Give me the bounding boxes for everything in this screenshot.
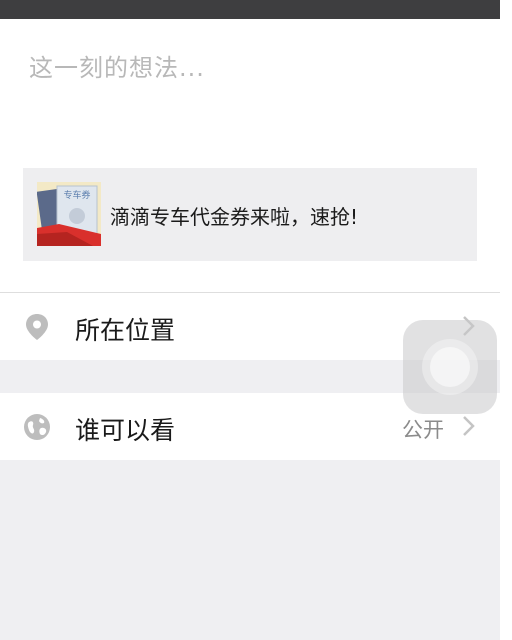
empty-background [0, 460, 500, 640]
chevron-right-icon [463, 416, 475, 436]
right-edge-strip [500, 19, 512, 640]
visibility-value: 公开 [402, 418, 444, 442]
thumbnail-caption: 专车券 [63, 189, 90, 201]
location-label: 所在位置 [75, 316, 176, 345]
assistive-touch-button[interactable] [403, 320, 497, 414]
assistive-touch-inner-ring [430, 347, 470, 387]
compose-area[interactable]: 这一刻的想法... 专车券 滴滴专车代金券来啦，速抢! [0, 19, 500, 292]
coupon-thumbnail-icon: 专车券 [37, 182, 101, 246]
shared-link-card[interactable]: 专车券 滴滴专车代金券来啦，速抢! [23, 168, 477, 261]
location-pin-icon [26, 314, 48, 340]
globe-icon [24, 414, 50, 440]
thought-input-placeholder[interactable]: 这一刻的想法... [29, 48, 205, 83]
visibility-label: 谁可以看 [75, 416, 176, 445]
status-bar-corner [500, 0, 512, 19]
shared-link-title: 滴滴专车代金券来啦，速抢! [110, 205, 359, 229]
status-bar [0, 0, 500, 19]
